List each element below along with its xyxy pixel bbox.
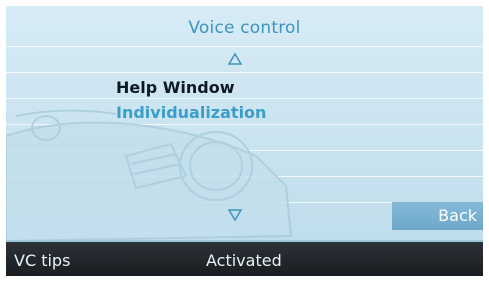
divider — [6, 46, 483, 47]
back-button[interactable]: Back — [392, 202, 483, 230]
menu-item-help-window[interactable]: Help Window — [116, 78, 235, 97]
bottom-status-bar: VC tips Activated — [6, 240, 483, 276]
scroll-down-icon[interactable] — [227, 208, 243, 222]
status-label: Activated — [206, 251, 282, 270]
car-background-image — [6, 109, 293, 243]
voice-control-screen: Voice control Help Window Individualizat… — [6, 6, 483, 276]
menu-title: Voice control — [188, 18, 301, 38]
vc-tips-button[interactable]: VC tips — [14, 251, 70, 270]
divider — [6, 72, 483, 73]
menu-item-individualization[interactable]: Individualization — [116, 103, 266, 122]
scroll-up-icon[interactable] — [227, 52, 243, 66]
